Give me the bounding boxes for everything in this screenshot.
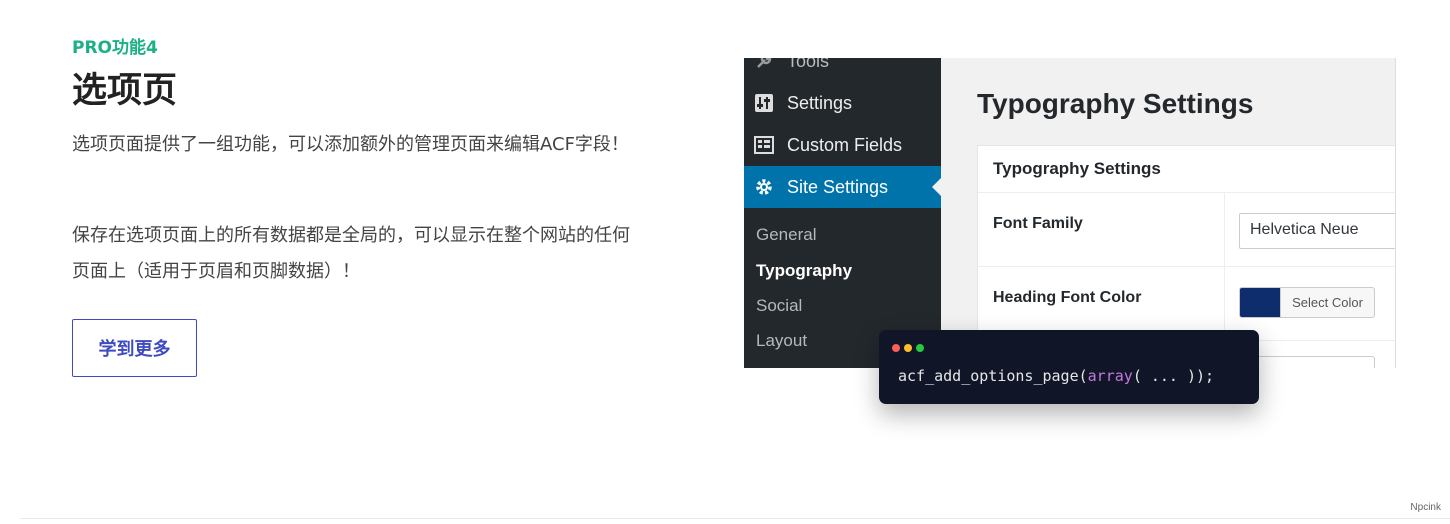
submenu-item-social[interactable]: Social bbox=[756, 296, 802, 316]
admin-main: Typography Settings Typography Settings … bbox=[941, 58, 1395, 368]
feature-description-1: 选项页面提供了一组功能，可以添加额外的管理页面来编辑ACF字段！ bbox=[72, 134, 629, 155]
color-picker-button[interactable]: Select Color bbox=[1239, 287, 1375, 318]
admin-sidebar: Tools Settings Custom Fields Site Settin… bbox=[744, 58, 941, 368]
page-title: Typography Settings bbox=[977, 88, 1254, 119]
feature-description-2: 保存在选项页面上的所有数据都是全局的，可以显示在整个网站的任何页面上（适用于页眉… bbox=[72, 225, 630, 282]
field-label: Font Family bbox=[993, 215, 1083, 232]
code-keyword: array bbox=[1087, 367, 1133, 385]
active-menu-caret bbox=[932, 178, 941, 196]
code-function: acf_add_options_page bbox=[898, 367, 1079, 385]
sidebar-item-custom-fields[interactable]: Custom Fields bbox=[744, 124, 941, 166]
font-family-input[interactable]: Helvetica Neue bbox=[1239, 213, 1395, 249]
learn-more-button[interactable]: 学到更多 bbox=[72, 319, 197, 377]
code-window: acf_add_options_page(array( ... )); bbox=[879, 330, 1259, 404]
select-color-label: Select Color bbox=[1280, 288, 1374, 317]
color-swatch bbox=[1240, 288, 1280, 317]
partial-field-input[interactable] bbox=[1239, 356, 1375, 368]
code-paren: ( bbox=[1078, 367, 1088, 385]
minimize-dot-icon bbox=[904, 344, 912, 352]
feature-eyebrow: PRO功能4 bbox=[72, 38, 158, 58]
options-page-feature-section: PRO功能4 选项页 选项页面提供了一组功能，可以添加额外的管理页面来编辑ACF… bbox=[0, 0, 1450, 524]
options-page-screenshot: Tools Settings Custom Fields Site Settin… bbox=[744, 58, 1396, 368]
watermark: Npcink bbox=[1410, 502, 1441, 513]
code-args: ( ... )); bbox=[1132, 367, 1215, 385]
submenu-item-general[interactable]: General bbox=[756, 225, 816, 245]
section-divider bbox=[20, 518, 1450, 519]
gear-icon bbox=[753, 176, 775, 198]
sidebar-item-settings[interactable]: Settings bbox=[744, 82, 941, 124]
field-label: Heading Font Color bbox=[993, 289, 1142, 306]
sidebar-item-site-settings[interactable]: Site Settings bbox=[744, 166, 941, 208]
code-snippet: acf_add_options_page(array( ... )); bbox=[898, 367, 1214, 385]
window-controls bbox=[892, 344, 924, 352]
sidebar-item-label: Custom Fields bbox=[787, 134, 903, 155]
maximize-dot-icon bbox=[916, 344, 924, 352]
grid-icon bbox=[753, 134, 775, 156]
wrench-icon bbox=[753, 58, 775, 72]
field-divider bbox=[1224, 193, 1225, 266]
sidebar-item-label: Site Settings bbox=[787, 176, 889, 197]
sidebar-item-label: Settings bbox=[787, 92, 853, 113]
settings-box-title: Typography Settings bbox=[978, 146, 1395, 193]
sidebar-item-label: Tools bbox=[787, 58, 830, 71]
sidebar-item-tools[interactable]: Tools bbox=[744, 58, 941, 82]
feature-title: 选项页 bbox=[72, 71, 178, 111]
submenu-item-layout[interactable]: Layout bbox=[756, 331, 807, 351]
submenu-item-typography[interactable]: Typography bbox=[756, 261, 852, 281]
field-row-font-family: Font Family Helvetica Neue bbox=[978, 193, 1395, 267]
sliders-icon bbox=[753, 92, 775, 114]
close-dot-icon bbox=[892, 344, 900, 352]
